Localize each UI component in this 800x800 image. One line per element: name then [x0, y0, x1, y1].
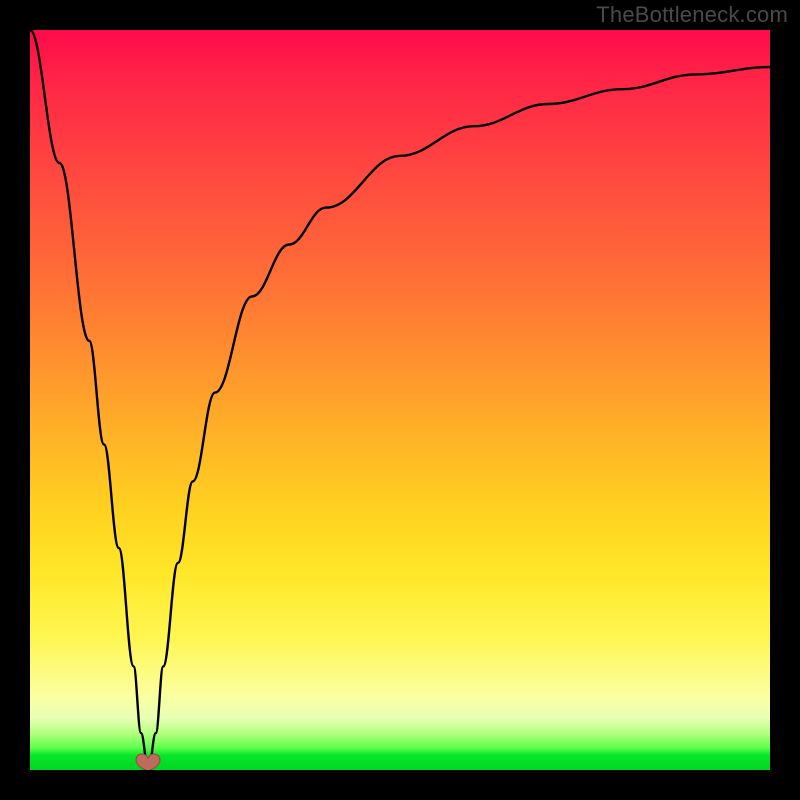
chart-frame: TheBottleneck.com	[0, 0, 800, 800]
plot-area	[30, 30, 770, 770]
bottleneck-curve	[30, 30, 770, 770]
curve-path	[30, 30, 770, 770]
watermark-text: TheBottleneck.com	[596, 2, 788, 28]
